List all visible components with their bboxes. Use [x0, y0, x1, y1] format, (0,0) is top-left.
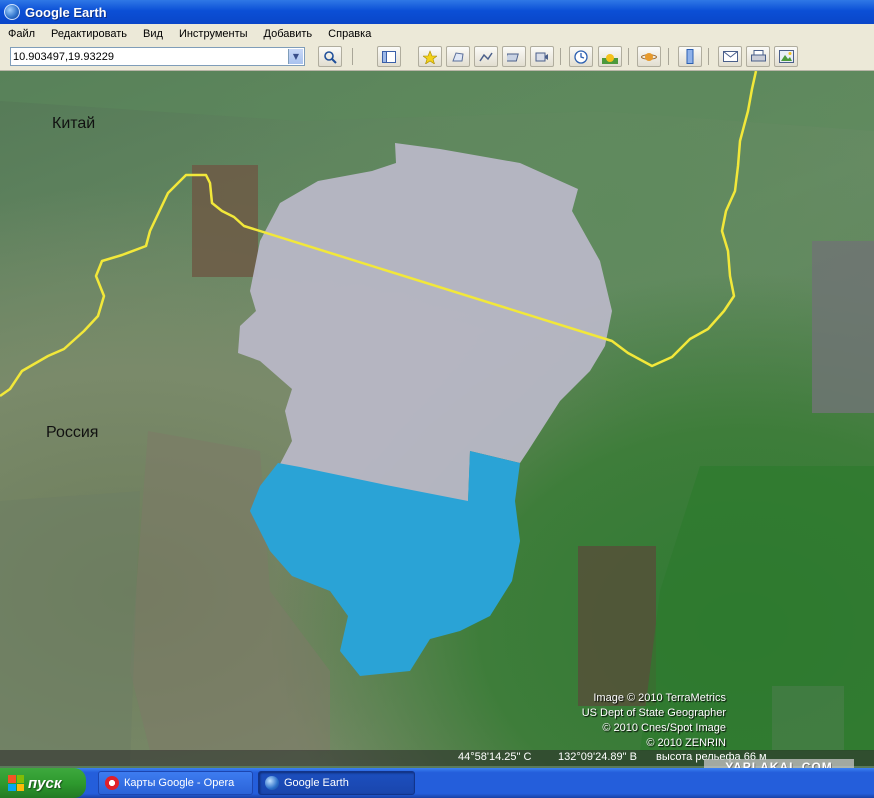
credit-line: US Dept of State Geographer: [581, 707, 726, 719]
toolbar-separator: [708, 48, 709, 65]
map-view[interactable]: Китай Россия Image © 2010 TerraMetrics U…: [0, 71, 874, 766]
credit-line: © 2010 Cnes/Spot Image: [602, 722, 726, 734]
save-image-button[interactable]: [774, 46, 798, 67]
taskbar-item-label: Карты Google - Opera: [124, 777, 235, 789]
taskbar-item-label: Google Earth: [284, 777, 349, 789]
tour-button[interactable]: [530, 46, 554, 67]
start-label: пуск: [28, 774, 62, 792]
placemark-icon: [423, 49, 437, 64]
historical-imagery-button[interactable]: [569, 46, 593, 67]
imagery-credits: Image © 2010 TerraMetrics US Dept of Sta…: [582, 691, 726, 751]
credit-line: Image © 2010 TerraMetrics: [593, 692, 726, 704]
search-button[interactable]: [318, 46, 342, 67]
path-button[interactable]: [474, 46, 498, 67]
windows-logo-icon: [8, 775, 24, 791]
satellite-imagery: [0, 71, 874, 766]
overlay-icon: [507, 53, 519, 61]
menu-help[interactable]: Справка: [320, 24, 379, 44]
chevron-down-icon[interactable]: ▼: [288, 49, 303, 64]
print-button[interactable]: [746, 46, 770, 67]
menu-bar: Файл Редактировать Вид Инструменты Добав…: [0, 24, 874, 44]
search-input[interactable]: [13, 49, 283, 64]
polygon-icon: [452, 51, 464, 61]
toolbar-separator: [628, 48, 629, 65]
taskbar-item-google-earth[interactable]: Google Earth: [258, 771, 415, 795]
credit-line: © 2010 ZENRIN: [646, 737, 726, 749]
email-button[interactable]: [718, 46, 742, 67]
menu-add[interactable]: Добавить: [256, 24, 321, 44]
google-earth-icon: [265, 776, 279, 790]
planets-icon: [641, 52, 657, 61]
ruler-button[interactable]: [678, 46, 702, 67]
placemark-button[interactable]: [418, 46, 442, 67]
taskbar-item-opera[interactable]: Карты Google - Opera: [98, 771, 253, 795]
search-box: ▼: [10, 47, 305, 66]
ruler-icon: [686, 49, 694, 64]
tour-icon: [535, 52, 548, 61]
overlay-button[interactable]: [502, 46, 526, 67]
opera-icon: [105, 776, 119, 790]
label-russia: Россия: [46, 424, 99, 441]
historical-imagery-icon: [574, 49, 588, 64]
sun-icon: [602, 53, 618, 64]
toolbar: ▼: [0, 44, 874, 71]
toolbar-separator: [668, 48, 669, 65]
sidebar-button[interactable]: [377, 46, 401, 67]
search-icon: [324, 50, 337, 64]
title-bar[interactable]: Google Earth: [0, 0, 874, 24]
path-icon: [479, 52, 493, 61]
polygon-button[interactable]: [446, 46, 470, 67]
toolbar-separator: [352, 48, 353, 65]
sidebar-icon: [382, 50, 396, 63]
menu-file[interactable]: Файл: [0, 24, 43, 44]
print-icon: [750, 50, 766, 62]
email-icon: [722, 51, 738, 62]
window-title: Google Earth: [25, 4, 107, 20]
save-image-icon: [778, 50, 794, 63]
label-china: Китай: [52, 115, 96, 132]
longitude-readout: 132°09'24.89" В: [558, 751, 637, 763]
sun-button[interactable]: [598, 46, 622, 67]
planets-button[interactable]: [637, 46, 661, 67]
toolbar-separator: [560, 48, 561, 65]
menu-view[interactable]: Вид: [135, 24, 171, 44]
google-earth-globe-icon: [4, 4, 20, 20]
menu-edit[interactable]: Редактировать: [43, 24, 135, 44]
start-button[interactable]: пуск: [0, 768, 86, 798]
taskbar: пуск Карты Google - Opera Google Earth: [0, 768, 874, 798]
menu-tools[interactable]: Инструменты: [171, 24, 256, 44]
latitude-readout: 44°58'14.25" С: [458, 751, 532, 763]
